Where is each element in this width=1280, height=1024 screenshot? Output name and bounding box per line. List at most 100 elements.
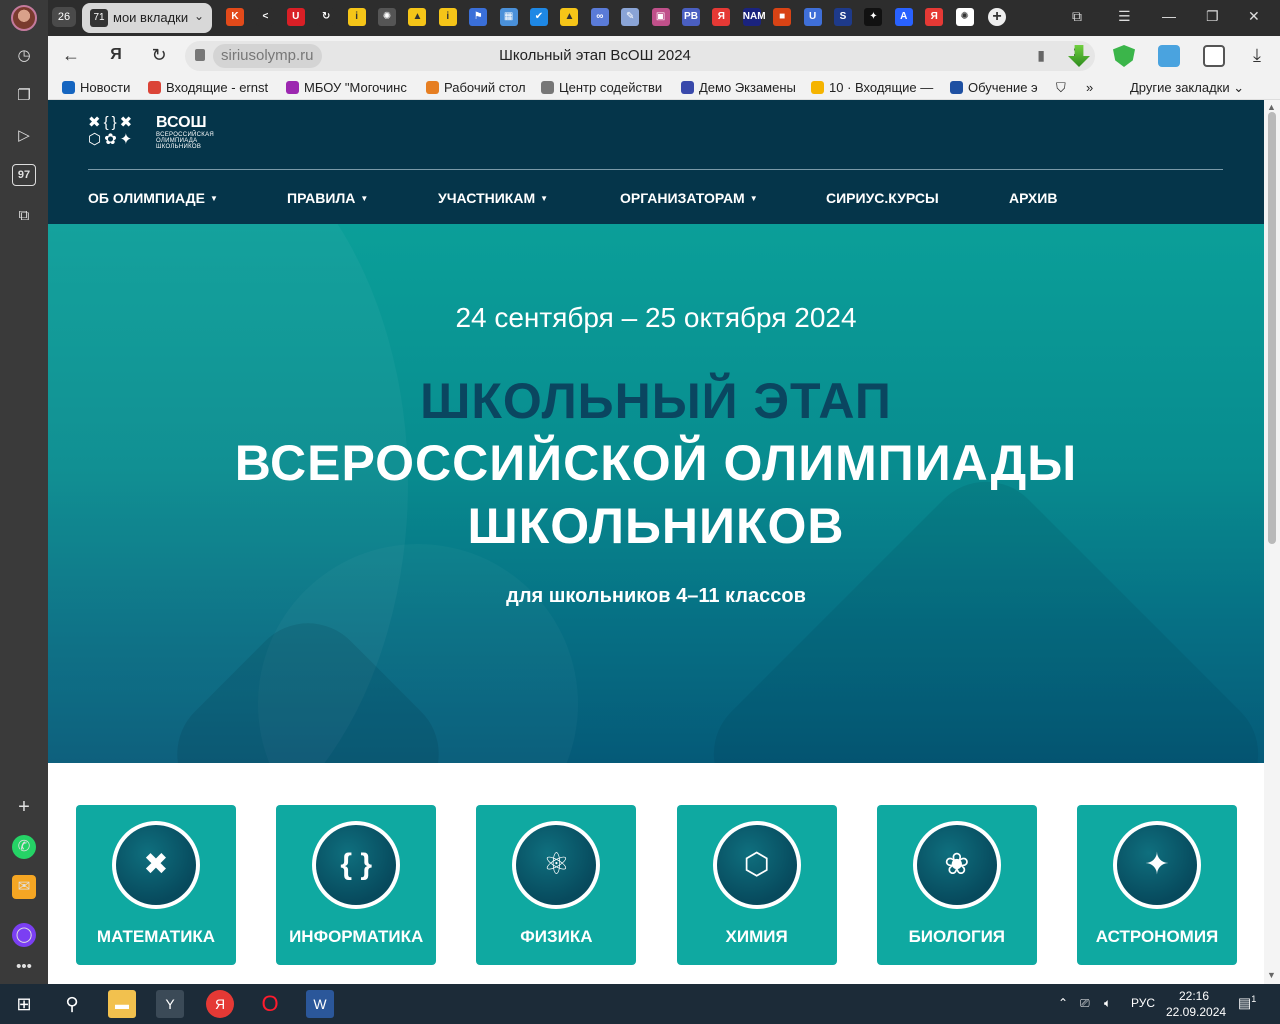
more-icon[interactable]: ••• (12, 955, 36, 979)
back-tab-icon[interactable]: < (256, 8, 275, 26)
u2-icon[interactable]: U (803, 8, 822, 26)
windows-start-icon[interactable]: ⊞ (10, 990, 38, 1018)
subject-card[interactable]: ✦ АСТРОНОМИЯ (1077, 805, 1237, 965)
yandex2-tab-icon[interactable]: Я (925, 8, 944, 26)
video-icon[interactable]: ▷ (12, 124, 36, 148)
url-bar[interactable]: siriusolymp.ru Школьный этап ВсОШ 2024 ▮… (185, 41, 1095, 71)
bookmark-item[interactable]: Центр содействи (541, 80, 671, 95)
mail-icon[interactable]: ✉ (12, 875, 36, 899)
grid-icon[interactable]: ▦ (499, 8, 518, 26)
scroll-up-icon[interactable]: ▲ (1267, 102, 1276, 112)
bookmark-label: Демо Экзамены (699, 80, 796, 95)
subject-card[interactable]: ⬡ ХИМИЯ (676, 805, 837, 965)
translate-extension-icon[interactable] (1158, 45, 1180, 67)
subject-card[interactable]: { } ИНФОРМАТИКА (276, 805, 437, 965)
shield-bookmark-icon[interactable]: ⛉ (1056, 80, 1066, 96)
language-indicator[interactable]: РУС (1131, 996, 1155, 1010)
spark-icon[interactable]: ✦ (864, 8, 883, 26)
reload-icon[interactable]: ↻ (148, 45, 170, 66)
flag-icon[interactable]: ⚑ (469, 8, 488, 26)
collections-icon[interactable]: ❐ (12, 84, 36, 108)
my-tabs-button[interactable]: 71 мои вкладки ⌄ (82, 3, 212, 33)
k-icon[interactable]: K (226, 8, 244, 26)
subject-glyph: ✦ (1144, 848, 1170, 881)
more-bookmarks-icon[interactable]: » (1086, 80, 1093, 95)
notifications-icon[interactable]: ▤1 (1238, 994, 1256, 1012)
caret-down-icon: ▼ (360, 194, 369, 203)
new-tab-icon[interactable]: + (988, 8, 1006, 26)
alice-icon[interactable]: ◯ (12, 923, 36, 947)
bookmark-item[interactable]: Новости (62, 80, 140, 95)
nav-organizers[interactable]: ОРГАНИЗАТОРАМ ▼ (620, 190, 758, 206)
tray-expand-icon[interactable]: ⌃ (1058, 996, 1068, 1010)
image2-icon[interactable]: ▲ (560, 8, 579, 26)
add-panel-icon[interactable]: + (12, 795, 36, 819)
profile-avatar[interactable] (11, 5, 37, 31)
copy-extension-icon[interactable] (1203, 45, 1225, 67)
bookmark-favicon-icon (541, 81, 554, 94)
bookmark-item[interactable]: 10 · Входящие — (811, 80, 939, 95)
chemistry-icon: ⬡ (716, 825, 797, 905)
word-icon[interactable]: W (306, 990, 334, 1018)
photo-icon[interactable]: ▣ (651, 8, 670, 26)
browser-menu-icon[interactable]: ☰ (1118, 8, 1131, 25)
scroll-down-icon[interactable]: ▼ (1267, 970, 1276, 980)
biology-icon: ❀ (916, 825, 997, 905)
network-icon[interactable]: ⎚ (1080, 996, 1090, 1011)
shield-extension-icon[interactable] (1113, 45, 1135, 67)
badge-icon[interactable]: 97 (12, 164, 36, 186)
subject-card[interactable]: ✖ МАТЕМАТИКА (76, 805, 236, 965)
nav-participants[interactable]: УЧАСТНИКАМ ▼ (438, 190, 548, 206)
bookmark-icon[interactable]: ▮ (1037, 47, 1045, 64)
nav-rules[interactable]: ПРАВИЛА ▼ (287, 190, 368, 206)
other-bookmarks[interactable]: Другие закладки ⌄ (1130, 80, 1244, 96)
subject-card[interactable]: ❀ БИОЛОГИЯ (876, 805, 1037, 965)
dots-icon[interactable]: ✺ (378, 8, 396, 26)
tab-manager-icon[interactable]: ⧉ (1072, 8, 1082, 25)
tab-count-badge[interactable]: 26 (52, 7, 76, 27)
bookmark-item[interactable]: Обучение э (950, 80, 1046, 95)
bookmark-item[interactable]: Демо Экзамены (681, 80, 799, 95)
box-icon[interactable]: ■ (773, 8, 792, 26)
infinity-icon[interactable]: ∞ (590, 8, 609, 26)
bookmark-item[interactable]: МБОУ "Могочинс (286, 80, 414, 95)
pb-icon[interactable]: PB (682, 8, 700, 26)
a-icon[interactable]: A (894, 8, 913, 26)
back-icon[interactable]: ← (60, 45, 82, 66)
yandex-browser-taskbar-icon[interactable]: Y (156, 990, 184, 1018)
screenshot-icon[interactable]: ⧉ (12, 204, 36, 228)
opera-icon[interactable]: O (256, 990, 284, 1018)
draw-icon[interactable]: ✎ (621, 8, 640, 26)
check-icon[interactable]: ✔ (530, 8, 548, 26)
refresh-tab-icon[interactable]: ↻ (317, 8, 336, 26)
subject-icon-ring: ✖ (112, 821, 200, 909)
u-icon[interactable]: U (286, 8, 305, 26)
nam-icon[interactable]: NAM (742, 8, 766, 26)
image-icon[interactable]: ▲ (408, 8, 427, 26)
s-icon[interactable]: S (834, 8, 852, 26)
history-icon[interactable]: ◷ (12, 44, 36, 68)
bookmark-item[interactable]: Входящие - ernst (148, 80, 272, 95)
nav-archive[interactable]: АРХИВ (1009, 190, 1057, 206)
scroll-thumb[interactable] (1268, 112, 1276, 544)
active-tab-icon[interactable]: ✺ (955, 8, 974, 26)
search-icon[interactable]: ⚲ (58, 990, 86, 1018)
downloads-icon[interactable]: ⤓ (1246, 45, 1268, 66)
yandex-icon[interactable]: Я (105, 46, 127, 64)
nav-about[interactable]: ОБ ОЛИМПИАДЕ ▼ (88, 190, 218, 206)
explorer-icon[interactable]: ▬ (108, 990, 136, 1018)
minimize-icon[interactable]: — (1162, 8, 1176, 24)
subject-card[interactable]: ⚛ ФИЗИКА (476, 805, 637, 965)
bookmark-item[interactable]: Рабочий стол (426, 80, 528, 95)
taskbar-clock[interactable]: 22:16 22.09.2024 (1166, 988, 1226, 1020)
page-scrollbar[interactable]: ▲ ▼ (1264, 100, 1280, 984)
close-window-icon[interactable]: ✕ (1248, 8, 1260, 25)
yandex-tab-icon[interactable]: Я (712, 8, 731, 26)
yandex-taskbar-icon[interactable]: Я (206, 990, 234, 1018)
whatsapp-icon[interactable]: ✆ (12, 835, 36, 859)
info-icon[interactable]: i (347, 8, 366, 26)
volume-icon[interactable]: 🔈︎ (1104, 996, 1111, 1011)
nav-sirius-courses[interactable]: СИРИУС.КУРСЫ (826, 190, 939, 206)
restore-icon[interactable]: ❐ (1206, 8, 1219, 25)
info2-icon[interactable]: i (438, 8, 457, 26)
